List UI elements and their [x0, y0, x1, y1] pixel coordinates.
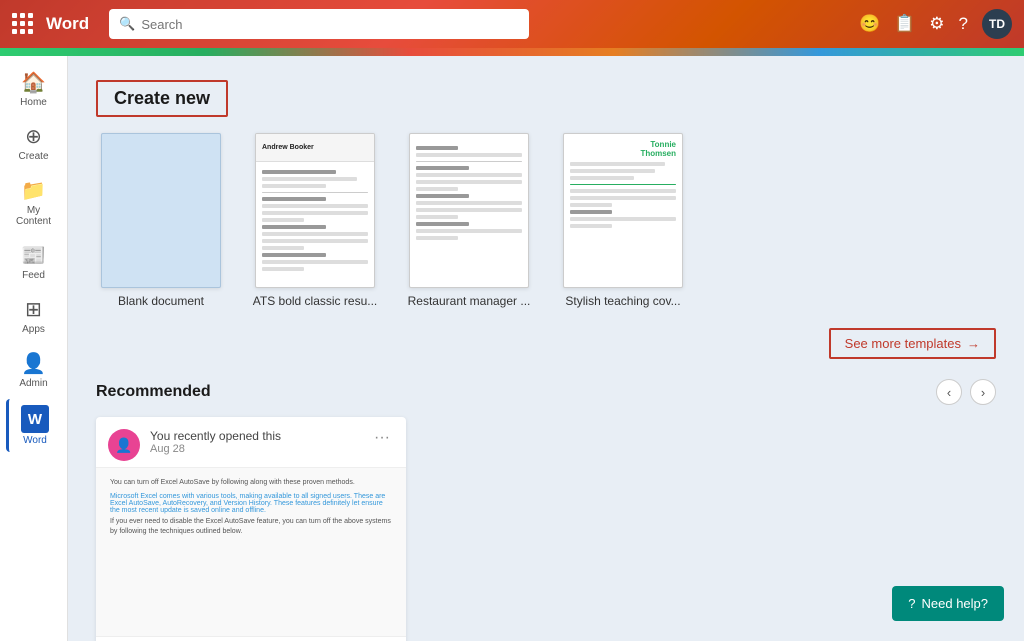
doc-more-button[interactable]: ···: [370, 429, 394, 447]
template-blank[interactable]: Blank document: [96, 133, 226, 308]
sidebar-label-feed: Feed: [22, 270, 45, 281]
sidebar-label-apps: Apps: [22, 324, 45, 335]
templates-row: Blank document Andrew Booker: [96, 133, 996, 308]
template-thumb-teaching: TonnieThomsen: [563, 133, 683, 288]
create-new-box: Create new: [96, 80, 228, 117]
need-help-icon: ?: [908, 596, 915, 611]
folder-icon: 📁: [21, 178, 46, 203]
template-thumb-blank: [101, 133, 221, 288]
recommended-title: Recommended: [96, 383, 211, 401]
search-icon: 🔍: [119, 16, 135, 32]
doc-meta: You recently opened this Aug 28: [150, 429, 360, 455]
rec-navigation: ‹ ›: [936, 379, 996, 405]
see-more-label: See more templates: [845, 336, 961, 351]
sidebar: 🏠 Home ⊕ Create 📁 My Content 📰 Feed ⊞ Ap…: [0, 56, 68, 641]
apps-icon: ⊞: [25, 297, 42, 322]
recommended-section: Recommended ‹ › 👤 You recently opened th…: [96, 379, 996, 641]
sidebar-label-mycontent: My Content: [10, 205, 58, 227]
create-new-label: Create new: [114, 88, 210, 108]
see-more-templates-button[interactable]: See more templates →: [829, 328, 996, 359]
sidebar-item-apps[interactable]: ⊞ Apps: [6, 291, 62, 341]
clipboard-icon[interactable]: 📋: [894, 14, 915, 34]
template-label-blank: Blank document: [118, 294, 204, 308]
create-new-section: Create new Blank document Andrew Booker: [96, 80, 996, 308]
template-label-restaurant: Restaurant manager ...: [408, 294, 531, 308]
feed-icon: 📰: [21, 243, 46, 268]
sidebar-label-admin: Admin: [19, 378, 47, 389]
settings-icon[interactable]: ⚙: [929, 14, 944, 34]
help-icon[interactable]: ?: [959, 14, 968, 34]
emoji-icon[interactable]: 😊: [859, 14, 880, 34]
doc-preview-link: Microsoft Excel comes with various tools…: [110, 493, 392, 514]
doc-preview-text1: You can turn off Excel AutoSave by follo…: [110, 478, 392, 489]
template-thumb-ats: Andrew Booker: [255, 133, 375, 288]
sidebar-label-home: Home: [20, 97, 47, 108]
doc-preview-text2: If you ever need to disable the Excel Au…: [110, 517, 392, 538]
app-name: Word: [46, 14, 89, 34]
deco-strip: [0, 48, 1024, 56]
main-layout: 🏠 Home ⊕ Create 📁 My Content 📰 Feed ⊞ Ap…: [0, 56, 1024, 641]
recommended-header: Recommended ‹ ›: [96, 379, 996, 405]
sidebar-item-create[interactable]: ⊕ Create: [6, 118, 62, 168]
rec-prev-button[interactable]: ‹: [936, 379, 962, 405]
sidebar-item-admin[interactable]: 👤 Admin: [6, 345, 62, 395]
sidebar-label-create: Create: [18, 151, 48, 162]
search-bar[interactable]: 🔍: [109, 9, 529, 39]
template-thumb-restaurant: [409, 133, 529, 288]
search-input[interactable]: [141, 17, 519, 32]
top-bar: Word 🔍 😊 📋 ⚙ ? TD: [0, 0, 1024, 48]
doc-card-header: 👤 You recently opened this Aug 28 ···: [96, 417, 406, 467]
doc-date: Aug 28: [150, 443, 360, 455]
sidebar-label-word: Word: [23, 435, 47, 446]
template-label-ats: ATS bold classic resu...: [253, 294, 378, 308]
content-area: Create new Blank document Andrew Booker: [68, 56, 1024, 641]
template-label-teaching: Stylish teaching cov...: [565, 294, 680, 308]
admin-icon: 👤: [21, 351, 46, 376]
word-icon: W: [21, 405, 49, 433]
create-icon: ⊕: [25, 124, 42, 149]
see-more-arrow: →: [967, 336, 980, 351]
sidebar-item-home[interactable]: 🏠 Home: [6, 64, 62, 114]
doc-card[interactable]: 👤 You recently opened this Aug 28 ··· Yo…: [96, 417, 406, 641]
need-help-label: Need help?: [922, 596, 989, 611]
sidebar-item-word[interactable]: W Word: [6, 399, 62, 452]
doc-title: HRIS Guidelines by Adite: [96, 637, 406, 641]
sidebar-item-feed[interactable]: 📰 Feed: [6, 237, 62, 287]
doc-preview: You can turn off Excel AutoSave by follo…: [96, 467, 406, 637]
doc-opened-label: You recently opened this: [150, 429, 360, 443]
need-help-button[interactable]: ? Need help?: [892, 586, 1004, 621]
home-icon: 🏠: [21, 70, 46, 95]
template-ats[interactable]: Andrew Booker: [250, 133, 380, 308]
top-bar-right: 😊 📋 ⚙ ? TD: [859, 9, 1012, 39]
user-avatar[interactable]: TD: [982, 9, 1012, 39]
sidebar-item-my-content[interactable]: 📁 My Content: [6, 172, 62, 233]
see-more-row: See more templates →: [96, 328, 996, 359]
rec-next-button[interactable]: ›: [970, 379, 996, 405]
template-restaurant[interactable]: Restaurant manager ...: [404, 133, 534, 308]
doc-avatar: 👤: [108, 429, 140, 461]
apps-grid-icon[interactable]: [12, 13, 34, 35]
template-teaching[interactable]: TonnieThomsen: [558, 133, 688, 308]
